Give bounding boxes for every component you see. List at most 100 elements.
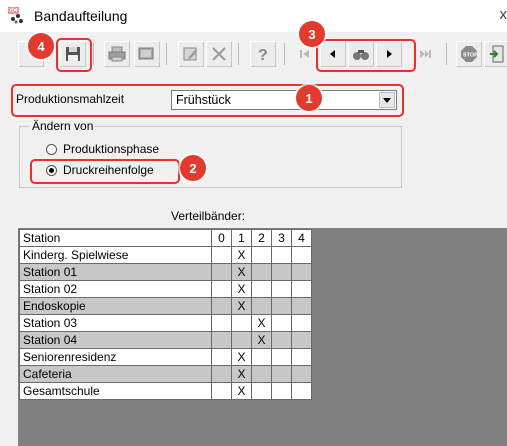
band-assignment-cell[interactable]: X [231,280,252,298]
band-assignment-cell[interactable] [251,382,272,400]
band-assignment-cell[interactable] [211,348,232,366]
print-button[interactable] [104,41,130,67]
band-assignment-cell[interactable] [211,365,232,383]
svg-text:STOP: STOP [463,53,478,59]
band-assignment-cell[interactable] [271,348,292,366]
annotation-badge-3: 3 [299,21,325,47]
band-assignment-cell[interactable] [211,331,232,349]
station-name-cell[interactable]: Cafeteria [19,365,212,383]
window-title: Bandaufteilung [34,8,128,24]
close-button[interactable]: x [500,6,507,23]
first-record-icon [299,48,311,60]
svg-text:?: ? [258,47,268,62]
band-assignment-cell[interactable] [251,365,272,383]
band-assignment-cell[interactable] [211,297,232,315]
highlight-save [56,38,92,72]
band-assignment-cell[interactable] [291,297,312,315]
band-assignment-cell[interactable] [291,280,312,298]
title-bar: GC Bandaufteilung x [0,0,507,32]
station-name-cell[interactable]: Seniorenresidenz [19,348,212,366]
radio-production-phase-label: Produktionsphase [63,142,160,156]
station-name-cell[interactable]: Kinderg. Spielwiese [19,246,212,264]
properties-button[interactable] [178,41,204,67]
band-assignment-cell[interactable] [271,382,292,400]
table-row[interactable]: Station 03 X [19,314,312,332]
band-assignment-cell[interactable] [271,331,292,349]
annotation-badge-1: 1 [296,85,322,111]
change-from-legend: Ändern von [30,119,96,133]
highlight-production-meal [11,84,404,117]
preview-button[interactable] [134,41,160,67]
band-assignment-cell[interactable] [271,314,292,332]
radio-production-phase[interactable]: Produktionsphase [46,142,159,156]
band-assignment-cell[interactable] [291,263,312,281]
band-assignment-cell[interactable] [291,246,312,264]
station-name-cell[interactable]: Station 02 [19,280,212,298]
band-assignment-cell[interactable] [291,382,312,400]
station-name-cell[interactable]: Gesamtschule [19,382,212,400]
column-header-station: Station [19,229,212,247]
band-assignment-cell[interactable]: X [251,331,272,349]
band-assignment-cell[interactable] [291,331,312,349]
table-row[interactable]: Cafeteria X [19,365,312,383]
table-row[interactable]: Station 04 X [19,331,312,349]
table-row[interactable]: Gesamtschule X [19,382,312,400]
band-assignment-cell[interactable]: X [251,314,272,332]
radio-button-icon [46,143,57,155]
station-name-cell[interactable]: Station 01 [19,263,212,281]
highlight-print-order [30,159,180,184]
band-assignment-cell[interactable] [271,297,292,315]
properties-icon [182,46,200,62]
delete-button[interactable] [206,41,232,67]
table-row[interactable]: Seniorenresidenz X [19,348,312,366]
table-row[interactable]: Station 01 X [19,263,312,281]
station-name-cell[interactable]: Station 03 [19,314,212,332]
band-assignment-cell[interactable]: X [231,365,252,383]
band-assignment-cell[interactable] [291,348,312,366]
column-header-band: 1 [231,229,252,247]
band-assignment-cell[interactable]: X [231,382,252,400]
band-assignment-cell[interactable] [271,280,292,298]
band-assignment-cell[interactable] [251,297,272,315]
band-assignment-cell[interactable] [291,314,312,332]
band-assignment-cell[interactable] [271,365,292,383]
help-button[interactable]: ? [250,41,276,67]
band-assignment-cell[interactable]: X [231,246,252,264]
band-assignment-cell[interactable] [271,246,292,264]
band-assignment-cell[interactable] [211,314,232,332]
band-assignment-cell[interactable] [251,263,272,281]
station-name-cell[interactable]: Station 04 [19,331,212,349]
stop-icon: STOP [460,45,478,63]
band-assignment-cell[interactable]: X [231,348,252,366]
band-assignment-cell[interactable] [251,348,272,366]
band-assignment-cell[interactable] [211,280,232,298]
grid-header-row: Station 0 1 2 3 4 [19,229,312,247]
band-assignment-cell[interactable] [211,263,232,281]
stop-button[interactable]: STOP [456,41,482,67]
svg-text:GC: GC [9,8,17,14]
station-name-cell[interactable]: Endoskopie [19,297,212,315]
band-assignment-cell[interactable] [251,280,272,298]
exit-button[interactable] [484,41,507,67]
exit-icon [489,45,505,63]
last-record-icon [418,48,432,60]
column-header-band: 2 [251,229,272,247]
table-row[interactable]: Kinderg. Spielwiese X [19,246,312,264]
band-assignment-cell[interactable] [251,246,272,264]
column-header-band: 4 [291,229,312,247]
band-assignment-cell[interactable] [231,331,252,349]
app-logo-icon: GC [7,6,26,25]
print-icon [108,46,126,62]
distribution-grid: Station 0 1 2 3 4 Kinderg. Spielwiese X Station … [19,229,312,400]
band-assignment-cell[interactable] [291,365,312,383]
band-assignment-cell[interactable] [211,382,232,400]
band-assignment-cell[interactable]: X [231,297,252,315]
annotation-badge-2: 2 [180,155,206,181]
band-assignment-cell[interactable] [211,246,232,264]
band-assignment-cell[interactable] [271,263,292,281]
band-assignment-cell[interactable] [231,314,252,332]
table-row[interactable]: Endoskopie X [19,297,312,315]
band-assignment-cell[interactable]: X [231,263,252,281]
annotation-badge-4: 4 [28,33,54,59]
table-row[interactable]: Station 02 X [19,280,312,298]
